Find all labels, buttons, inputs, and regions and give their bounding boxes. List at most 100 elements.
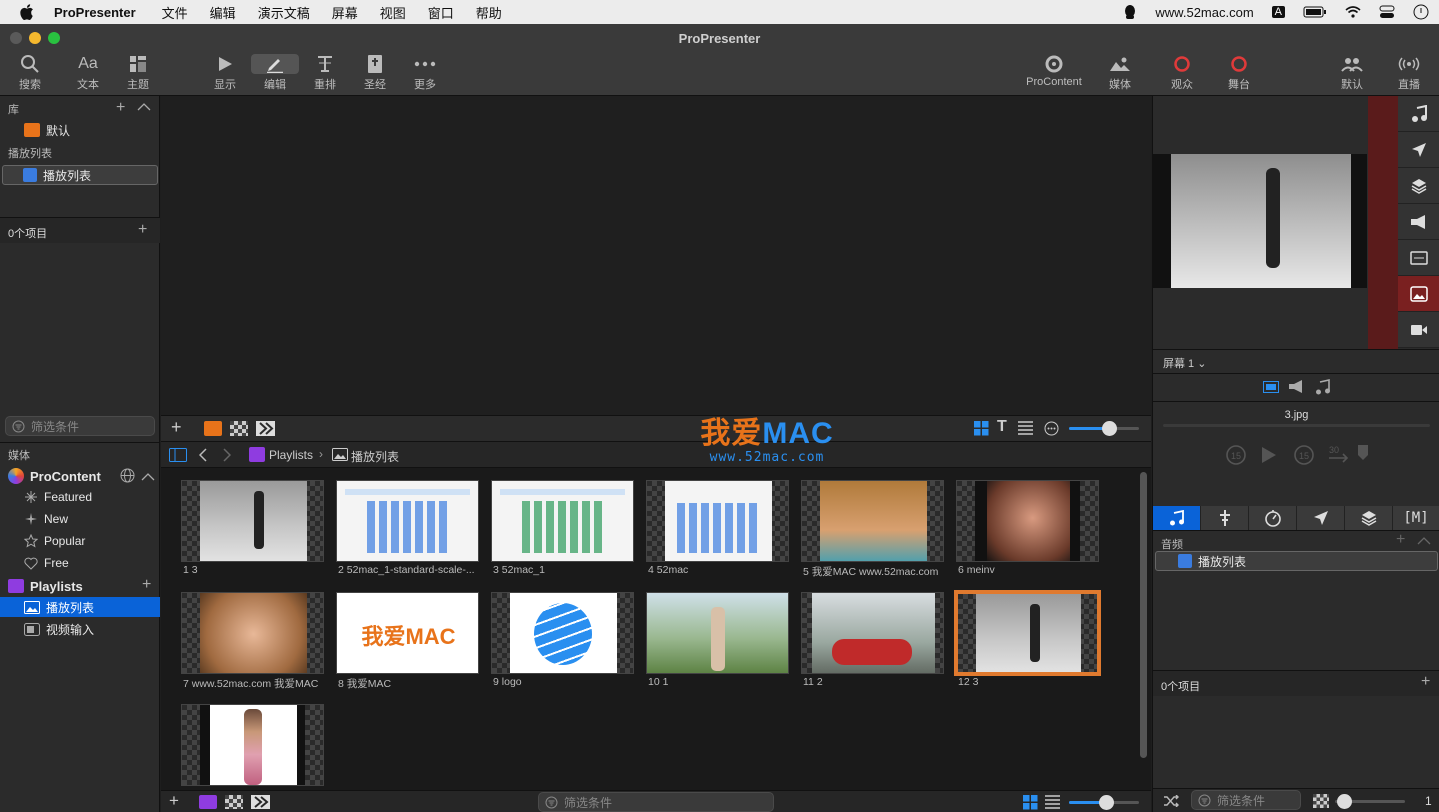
- media-thumbnail[interactable]: [491, 480, 634, 562]
- media-thumbnail-selected[interactable]: [954, 590, 1101, 676]
- toolbar-audience-button[interactable]: 观众: [1154, 54, 1210, 92]
- add-audio-icon[interactable]: +: [1396, 531, 1405, 549]
- audio-layer-button[interactable]: [1398, 96, 1439, 132]
- media-thumbnail[interactable]: [181, 480, 324, 562]
- procontent-item-new[interactable]: New: [0, 509, 160, 529]
- audio-zoom-slider[interactable]: [1335, 794, 1405, 809]
- library-view-icon[interactable]: [204, 421, 222, 436]
- toolbar-edit-button[interactable]: 编辑: [247, 54, 303, 92]
- menu-edit[interactable]: 编辑: [210, 3, 236, 22]
- playlists-view-icon[interactable]: [199, 795, 217, 809]
- add-presentation-icon[interactable]: +: [171, 417, 182, 438]
- menu-app-name[interactable]: ProPresenter: [54, 5, 136, 20]
- layers-button[interactable]: [1398, 168, 1439, 204]
- wifi-icon[interactable]: [1345, 6, 1361, 18]
- play-button[interactable]: [1261, 446, 1277, 464]
- toolbar-search-button[interactable]: 搜索: [2, 54, 58, 92]
- size-slider-thumb[interactable]: [1102, 421, 1117, 436]
- media-progress-bar[interactable]: [1163, 424, 1430, 427]
- collapse-audio-icon[interactable]: [1417, 536, 1431, 545]
- menu-presentation[interactable]: 演示文稿: [258, 3, 310, 22]
- screen-output-icon[interactable]: [1263, 381, 1279, 393]
- breadcrumb-root[interactable]: Playlists: [269, 448, 313, 462]
- toolbar-procontent-button[interactable]: ProContent: [1020, 54, 1088, 88]
- grid-view-icon[interactable]: [974, 421, 989, 436]
- media-thumbnail[interactable]: 我爱MAC: [336, 592, 479, 674]
- input-source-icon[interactable]: A: [1271, 6, 1285, 18]
- procontent-item-popular[interactable]: Popular: [0, 531, 160, 551]
- presentation-mode-icon[interactable]: [256, 421, 275, 436]
- media-thumbnail[interactable]: [181, 704, 324, 786]
- options-icon[interactable]: [1044, 421, 1059, 436]
- tab-stage[interactable]: [1201, 506, 1249, 530]
- tab-props[interactable]: [1345, 506, 1393, 530]
- playlist-item-selected[interactable]: 播放列表: [2, 165, 158, 185]
- collapse-procontent-icon[interactable]: [141, 472, 155, 481]
- media-thumbnail[interactable]: [491, 592, 634, 674]
- media-thumbnail[interactable]: [801, 592, 944, 674]
- apple-icon[interactable]: [20, 4, 34, 20]
- slide-layer-button[interactable]: [1398, 240, 1439, 276]
- size-slider[interactable]: [1069, 421, 1139, 436]
- toolbar-theme-button[interactable]: 主题: [110, 54, 166, 92]
- media-playlist-item-selected[interactable]: 播放列表: [0, 597, 160, 617]
- control-center-icon[interactable]: [1379, 5, 1395, 19]
- checker-view-icon[interactable]: [230, 421, 248, 436]
- battery-icon[interactable]: [1303, 6, 1327, 18]
- megaphone-icon[interactable]: [1288, 380, 1304, 393]
- media-thumbnail[interactable]: [646, 592, 789, 674]
- procontent-section[interactable]: ProContent: [0, 466, 160, 486]
- skip-forward-button[interactable]: 15: [1293, 444, 1315, 466]
- library-filter-input[interactable]: 筛选条件: [5, 416, 155, 436]
- announcement-button[interactable]: [1398, 204, 1439, 240]
- audio-filter-input[interactable]: 筛选条件: [1191, 790, 1301, 810]
- notification-icon[interactable]: [1413, 4, 1429, 20]
- tab-audio[interactable]: [1153, 506, 1201, 530]
- procontent-item-featured[interactable]: Featured: [0, 487, 160, 507]
- add-playlist-icon[interactable]: +: [142, 576, 151, 594]
- menu-screen[interactable]: 屏幕: [332, 3, 358, 22]
- forward-icon[interactable]: [223, 448, 231, 462]
- zoom-slider-thumb[interactable]: [1337, 794, 1352, 809]
- skip-back-button[interactable]: 15: [1225, 444, 1247, 466]
- grid-view-icon[interactable]: [1023, 795, 1038, 810]
- list-view-icon[interactable]: [1018, 421, 1033, 435]
- toolbar-stage-button[interactable]: 舞台: [1211, 54, 1267, 92]
- qq-icon[interactable]: [1123, 4, 1137, 20]
- media-thumbnail[interactable]: [956, 480, 1099, 562]
- video-input-layer-button[interactable]: [1398, 312, 1439, 348]
- sidebar-toggle-icon[interactable]: [169, 448, 187, 462]
- toolbar-broadcast-button[interactable]: 直播: [1381, 54, 1437, 92]
- add-media-icon[interactable]: +: [169, 791, 179, 811]
- add-library-icon[interactable]: +: [116, 99, 125, 117]
- toolbar-bible-button[interactable]: 圣经: [347, 54, 403, 92]
- tab-timers[interactable]: [1249, 506, 1297, 530]
- globe-icon[interactable]: [120, 468, 135, 483]
- toolbar-show-button[interactable]: 显示: [197, 54, 253, 92]
- media-thumbnail[interactable]: [336, 480, 479, 562]
- grid-scrollbar[interactable]: [1140, 472, 1147, 758]
- toolbar-more-button[interactable]: 更多: [397, 54, 453, 92]
- shuffle-icon[interactable]: [1163, 795, 1179, 807]
- text-view-icon[interactable]: T: [997, 418, 1007, 436]
- media-thumbnail[interactable]: [801, 480, 944, 562]
- size-slider-thumb[interactable]: [1099, 795, 1114, 810]
- back-icon[interactable]: [199, 448, 207, 462]
- music-icon[interactable]: [1315, 379, 1331, 395]
- tab-macros[interactable]: [M]: [1393, 506, 1439, 530]
- screen-selector[interactable]: 屏幕 1 ⌄: [1163, 355, 1206, 371]
- add-item-icon[interactable]: +: [138, 221, 147, 239]
- playlists-section[interactable]: Playlists +: [0, 576, 160, 596]
- breadcrumb-current[interactable]: 播放列表: [351, 448, 399, 465]
- media-thumbnail[interactable]: [181, 592, 324, 674]
- media-filter-input[interactable]: 筛选条件: [538, 792, 774, 812]
- marker-button[interactable]: [1357, 444, 1369, 462]
- toolbar-default-button[interactable]: 默认: [1324, 54, 1380, 92]
- checker-view-icon[interactable]: [225, 795, 243, 809]
- media-item-video-input[interactable]: 视频输入: [0, 619, 160, 639]
- menu-help[interactable]: 帮助: [476, 3, 502, 22]
- menu-view[interactable]: 视图: [380, 3, 406, 22]
- presentation-mode-icon[interactable]: [251, 795, 270, 809]
- media-thumbnail[interactable]: [646, 480, 789, 562]
- tab-messages[interactable]: [1297, 506, 1345, 530]
